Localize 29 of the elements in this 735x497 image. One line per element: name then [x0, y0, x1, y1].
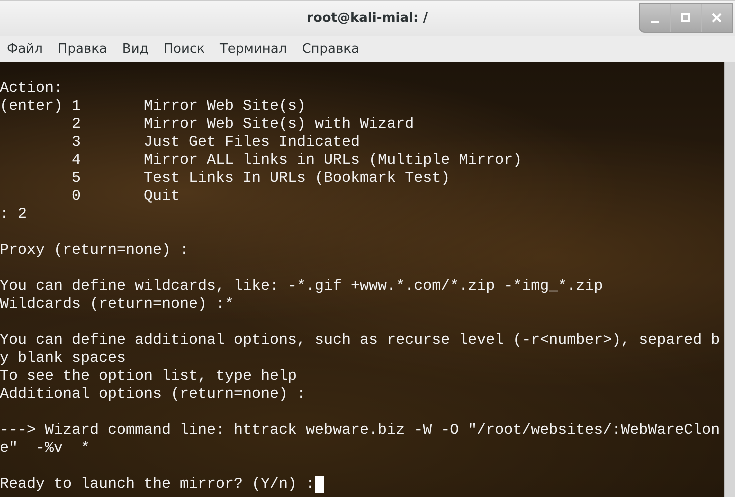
terminal-line: You can define wildcards, like: -*.gif +www.*.com/*.zip -*img_*.zip: [0, 278, 604, 296]
close-icon: [712, 13, 722, 23]
menu-item[interactable]: Вид: [122, 42, 149, 56]
terminal-line: Wildcards (return=none) :*: [0, 296, 234, 314]
terminal-line: To see the option list, type help: [0, 368, 298, 386]
maximize-icon: [681, 13, 691, 23]
scrollbar[interactable]: [724, 62, 735, 497]
terminal-line: (enter) 1 Mirror Web Site(s): [0, 98, 306, 116]
terminal-line: 4 Mirror ALL links in URLs (Multiple Mirror): [71, 152, 522, 170]
minimize-icon: [651, 21, 659, 23]
terminal-line: You can define additional options, such as recurse level (-r<number>), separed b: [0, 332, 720, 350]
menu-item[interactable]: Справка: [302, 42, 360, 56]
terminal-line: 3 Just Get Files Indicated: [71, 134, 360, 152]
terminal-line: 2 Mirror Web Site(s) with Wizard: [71, 116, 414, 134]
terminal-line: Action:: [0, 80, 64, 98]
terminal-line: Ready to launch the mirror? (Y/n) :: [0, 476, 316, 494]
window-title: root@kali-mial: /: [307, 11, 428, 26]
menu-item[interactable]: Терминал: [220, 42, 288, 56]
terminal-line: e" -%v *: [0, 440, 90, 458]
terminal-line: 0 Quit: [71, 188, 180, 206]
terminal-line: Additional options (return=none) :: [0, 386, 306, 404]
terminal-line: 5 Test Links In URLs (Bookmark Test): [71, 170, 450, 188]
terminal-line: y blank spaces: [0, 350, 126, 368]
terminal-line: ---> Wizard command line: httrack webware.biz -W -O "/root/websites/:WebWareClon: [0, 422, 720, 440]
menu-item[interactable]: Файл: [7, 42, 43, 56]
terminal-line: Proxy (return=none) :: [0, 242, 190, 260]
terminal-line: : 2: [0, 206, 28, 224]
menu-item[interactable]: Правка: [58, 42, 108, 56]
menu-item[interactable]: Поиск: [164, 42, 205, 56]
